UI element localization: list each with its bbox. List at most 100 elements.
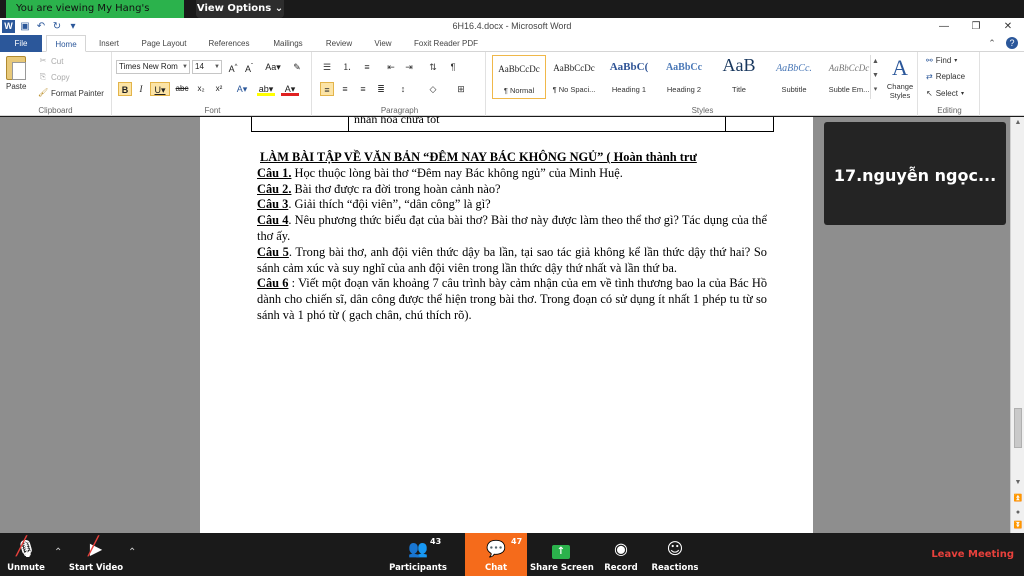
- document-page[interactable]: nhân hoá chưa tốt LÀM BÀI TẬP VỀ VĂN BẢN…: [200, 117, 813, 533]
- view-options-button[interactable]: View Options ⌄: [196, 0, 284, 18]
- style-name: Heading 2: [666, 85, 702, 94]
- show-formatting-marks-icon[interactable]: ¶: [446, 60, 460, 74]
- table-cell-border: [725, 117, 726, 131]
- clear-formatting-icon[interactable]: ✎: [290, 60, 304, 74]
- participants-button[interactable]: 👥 43 Participants: [388, 533, 448, 576]
- record-icon: ◉: [614, 539, 628, 558]
- strikethrough-button[interactable]: abc: [174, 82, 190, 96]
- style-normal[interactable]: AaBbCcDc ¶ Normal: [492, 55, 546, 99]
- line-spacing-icon[interactable]: ↕: [396, 82, 410, 96]
- format-painter-button[interactable]: 🖌 Format Painter: [38, 88, 104, 98]
- paste-icon[interactable]: [6, 56, 26, 80]
- increase-indent-icon[interactable]: ⇥: [402, 60, 416, 74]
- question-text: . Trong bài thơ, anh đội viên thức dậy b…: [257, 244, 767, 275]
- question-text: . Giải thích “đội viên”, “dân công” là g…: [288, 197, 491, 212]
- decrease-indent-icon[interactable]: ⇤: [384, 60, 398, 74]
- sort-icon[interactable]: ⇅: [426, 60, 440, 74]
- italic-button[interactable]: I: [134, 82, 148, 96]
- highlight-color-button[interactable]: ab▾: [256, 82, 276, 96]
- zoom-share-bar: You are viewing My Hang's screen View Op…: [0, 0, 1024, 32]
- grow-font-button[interactable]: A^: [226, 60, 240, 74]
- tab-view[interactable]: View: [366, 35, 400, 52]
- select-button[interactable]: ↖ Select ▾: [926, 89, 964, 98]
- next-page-icon[interactable]: ⏬: [1011, 520, 1024, 532]
- document-body[interactable]: LÀM BÀI TẬP VỀ VĂN BẢN “ĐÊM NAY BÁC KHÔN…: [257, 150, 767, 324]
- microphone-muted-icon: 🎙 ╱: [15, 536, 37, 559]
- style-heading-1[interactable]: AaBbC( Heading 1: [602, 55, 656, 99]
- copy-button[interactable]: ⎘ Copy: [38, 72, 70, 82]
- participant-video-tile[interactable]: 17.nguyễn ngọc...: [824, 122, 1006, 225]
- unmute-button[interactable]: 🎙 ╱ Unmute: [4, 533, 48, 576]
- font-color-button[interactable]: A▾: [280, 82, 300, 96]
- question-4: Câu 4. Nêu phương thức biểu đạt của bài …: [257, 213, 767, 245]
- share-screen-label: Share Screen: [530, 563, 594, 573]
- minimize-icon[interactable]: —: [928, 18, 960, 35]
- style-no-spacing[interactable]: AaBbCcDc ¶ No Spaci...: [547, 55, 601, 99]
- scroll-up-icon[interactable]: ▲: [1011, 117, 1024, 129]
- vertical-scrollbar[interactable]: ▲ ▼ ⏫ ● ⏬: [1010, 117, 1024, 533]
- table-cell-border: [348, 117, 349, 131]
- close-icon[interactable]: ✕: [992, 18, 1024, 35]
- brush-icon: 🖌: [38, 88, 49, 97]
- numbering-icon[interactable]: ⒈: [340, 60, 354, 74]
- style-subtle-emphasis[interactable]: AaBbCcDc Subtle Em...: [822, 55, 876, 99]
- borders-icon[interactable]: ⊞: [454, 82, 468, 96]
- find-button[interactable]: ⚯ Find ▾: [926, 56, 957, 65]
- cut-button[interactable]: ✂ Cut: [38, 56, 64, 66]
- style-sample: AaBbCcDc: [828, 63, 870, 73]
- font-size-select[interactable]: 14 ▼: [192, 60, 222, 74]
- tab-references[interactable]: References: [200, 35, 258, 52]
- select-icon: ↖: [926, 89, 933, 98]
- share-screen-button[interactable]: ↑ Share Screen: [530, 533, 594, 576]
- leave-meeting-button[interactable]: Leave Meeting: [931, 549, 1014, 560]
- chat-button[interactable]: 💬 47 Chat: [465, 533, 527, 576]
- justify-icon[interactable]: ≣: [374, 82, 388, 96]
- tab-file[interactable]: File: [0, 35, 42, 52]
- change-case-button[interactable]: Aa▾: [264, 60, 282, 74]
- style-subtitle[interactable]: AaBbCc. Subtitle: [767, 55, 821, 99]
- tab-review[interactable]: Review: [318, 35, 360, 52]
- text-effects-button[interactable]: A▾: [232, 82, 252, 96]
- question-label: Câu 4: [257, 213, 289, 228]
- multilevel-list-icon[interactable]: ≡: [360, 60, 374, 74]
- align-center-icon[interactable]: ≡: [338, 82, 352, 96]
- scroll-thumb[interactable]: [1014, 408, 1022, 448]
- align-right-icon[interactable]: ≡: [356, 82, 370, 96]
- bold-button[interactable]: B: [118, 82, 132, 96]
- style-heading-2[interactable]: AaBbCc Heading 2: [657, 55, 711, 99]
- help-icon[interactable]: ?: [1006, 37, 1018, 49]
- browse-object-icon[interactable]: ●: [1011, 507, 1024, 519]
- tab-foxit-reader-pdf[interactable]: Foxit Reader PDF: [406, 35, 486, 52]
- superscript-button[interactable]: x²: [212, 82, 226, 96]
- style-title[interactable]: AaB Title: [712, 55, 766, 99]
- reactions-button[interactable]: ☺ Reactions: [650, 533, 700, 576]
- scroll-down-icon[interactable]: ▼: [1011, 477, 1024, 489]
- underline-button[interactable]: U▾: [150, 82, 170, 96]
- audio-options-chevron-up-icon[interactable]: ⌃: [54, 547, 62, 558]
- align-left-icon[interactable]: ≡: [320, 82, 334, 96]
- minimize-ribbon-icon[interactable]: ⌃: [986, 37, 998, 49]
- replace-button[interactable]: ⇄ Replace: [926, 72, 965, 81]
- question-text: Học thuộc lòng bài thơ “Đêm nay Bác khôn…: [291, 165, 623, 180]
- font-group-label: Font: [204, 106, 221, 115]
- styles-gallery-scroll[interactable]: ▲ ▼ ▾: [870, 55, 880, 99]
- subscript-button[interactable]: x₂: [194, 82, 208, 96]
- bullets-icon[interactable]: ☰: [320, 60, 334, 74]
- tab-page-layout[interactable]: Page Layout: [134, 35, 194, 52]
- tab-insert[interactable]: Insert: [90, 35, 128, 52]
- chat-label: Chat: [484, 563, 508, 573]
- shrink-font-button[interactable]: Aˇ: [242, 60, 256, 74]
- previous-page-icon[interactable]: ⏫: [1011, 493, 1024, 505]
- shading-icon[interactable]: ◇: [426, 82, 440, 96]
- tab-mailings[interactable]: Mailings: [264, 35, 312, 52]
- tab-home[interactable]: Home: [46, 35, 86, 52]
- font-family-select[interactable]: Times New Rom ▼: [116, 60, 190, 74]
- paste-button[interactable]: Paste: [6, 82, 26, 91]
- record-button[interactable]: ◉ Record: [598, 533, 644, 576]
- start-video-button[interactable]: ▶︎ ╱ Start Video: [66, 533, 126, 576]
- question-6: Câu 6 : Viết một đoạn văn khoảng 7 câu t…: [257, 276, 767, 323]
- change-styles-button[interactable]: A Change Styles: [882, 54, 918, 104]
- start-video-label: Start Video: [68, 563, 124, 573]
- video-options-chevron-up-icon[interactable]: ⌃: [128, 547, 136, 558]
- restore-icon[interactable]: ❐: [960, 18, 992, 35]
